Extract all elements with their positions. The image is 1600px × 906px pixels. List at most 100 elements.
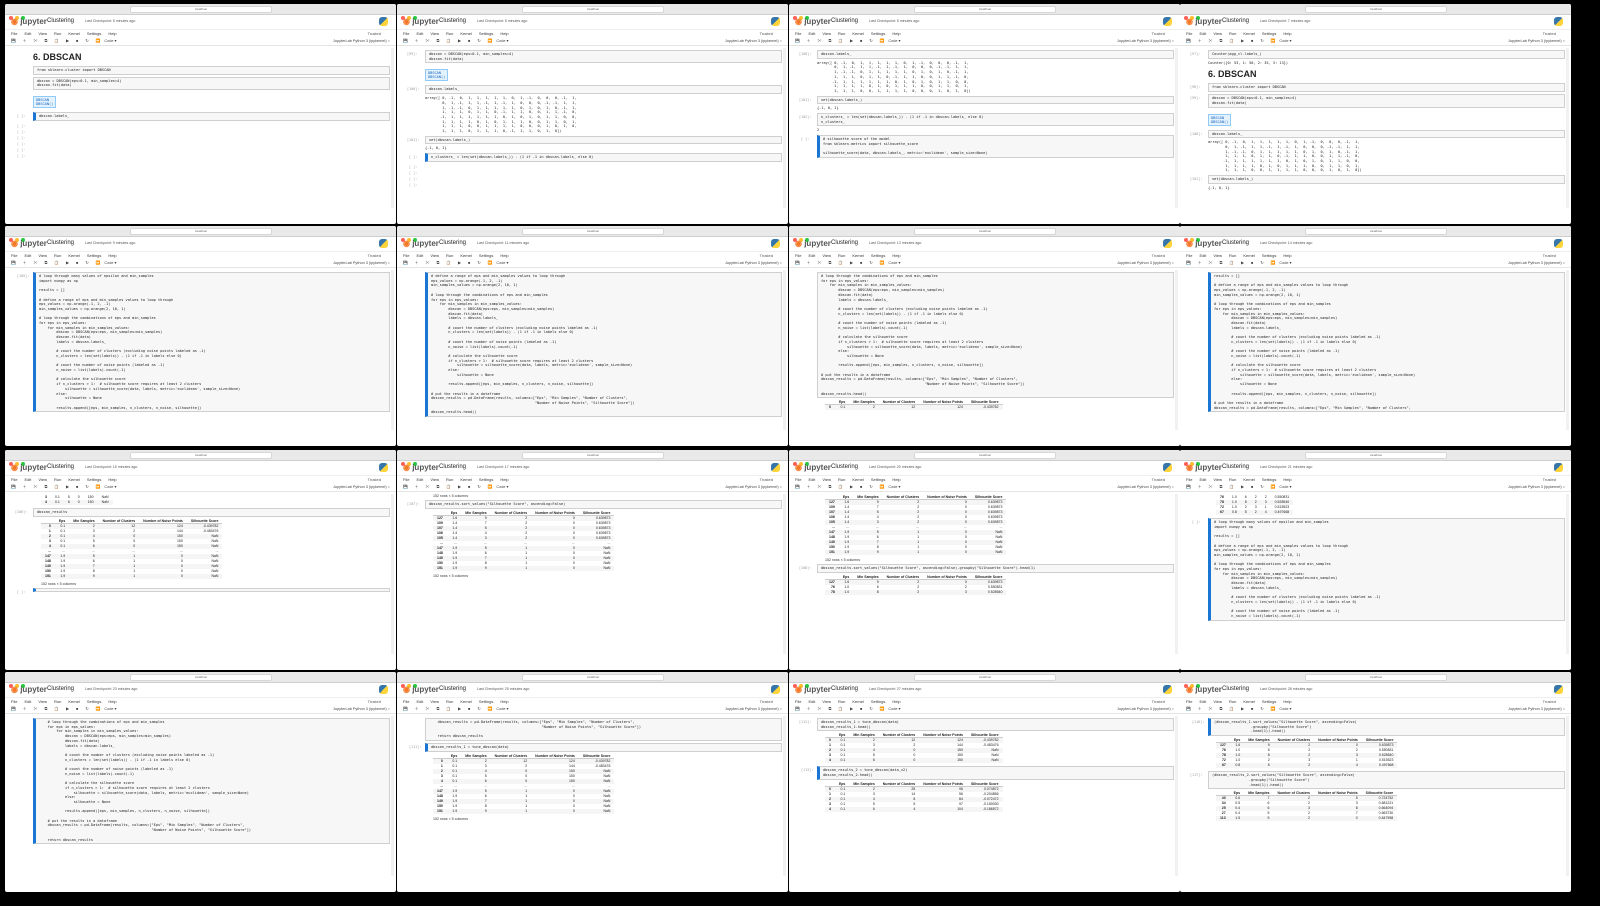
menu-view[interactable]: View [822,477,831,482]
menu-help[interactable]: Help [892,477,900,482]
cell-source[interactable]: # loop through many values of epsilon an… [1214,520,1561,619]
menu-file[interactable]: File [403,253,409,258]
code-cell[interactable]: [111]: dbscan_results_1 = tune_dbscan(dat… [409,742,782,752]
menu-kernel[interactable]: Kernel [68,253,80,258]
trusted-indicator[interactable]: Trusted [760,30,773,37]
jupyter-logo[interactable]: ◉ jupyter [11,463,47,472]
menu-view[interactable]: View [822,31,831,36]
menu-file[interactable]: File [403,477,409,482]
address-bar[interactable]: localhost [130,452,272,459]
notebook-title[interactable]: Clustering [1222,464,1249,470]
code-cell[interactable]: # loop through the combinations of eps a… [33,718,390,845]
kernel-status[interactable]: JupyterLab Python 3 (ipykernel) ○ [725,37,782,45]
menu-kernel[interactable]: Kernel [1243,31,1255,36]
menu-edit[interactable]: Edit [24,31,31,36]
menu-view[interactable]: View [430,699,439,704]
menu-view[interactable]: View [38,253,47,258]
menu-help[interactable]: Help [500,31,508,36]
menu-file[interactable]: File [795,699,801,704]
address-bar[interactable]: localhost [130,674,272,681]
cell-type-select[interactable]: Code ▾ [495,261,508,265]
cell-type-select[interactable]: Code ▾ [495,485,508,489]
trusted-indicator[interactable]: Trusted [760,698,773,705]
menu-settings[interactable]: Settings [871,477,885,482]
menu-file[interactable]: File [795,253,801,258]
notebook-title[interactable]: Clustering [439,686,466,692]
cell-source[interactable]: set(dbscan.labels_) [821,98,1170,103]
menu-kernel[interactable]: Kernel [852,253,864,258]
notebook-title[interactable]: Clustering [47,464,74,470]
trusted-indicator[interactable]: Trusted [1152,698,1165,705]
trusted-indicator[interactable]: Trusted [1543,698,1556,705]
notebook-title[interactable]: Clustering [439,464,466,470]
menu-help[interactable]: Help [892,699,900,704]
menu-view[interactable]: View [38,31,47,36]
menu-file[interactable]: File [1186,477,1192,482]
toolbar-icons[interactable]: 💾 ＋ ✂ ⧉ 📋 ▶ ■ ↻ ⏩ [1186,707,1278,711]
address-bar[interactable]: localhost [130,228,272,235]
vertical-scrollbar[interactable] [1566,270,1569,430]
menu-file[interactable]: File [11,699,17,704]
menu-settings[interactable]: Settings [87,699,101,704]
kernel-status[interactable]: JupyterLab Python 3 (ipykernel) ○ [725,705,782,713]
toolbar-icons[interactable]: 💾 ＋ ✂ ⧉ 📋 ▶ ■ ↻ ⏩ [1186,261,1278,265]
menu-file[interactable]: File [403,31,409,36]
menu-kernel[interactable]: Kernel [68,477,80,482]
trusted-indicator[interactable]: Trusted [368,698,381,705]
menu-run[interactable]: Run [1229,699,1236,704]
kernel-status[interactable]: JupyterLab Python 3 (ipykernel) ○ [725,259,782,267]
menu-run[interactable]: Run [54,253,61,258]
address-bar[interactable]: localhost [914,6,1056,13]
vertical-scrollbar[interactable] [1175,48,1178,208]
vertical-scrollbar[interactable] [783,716,786,876]
address-bar[interactable]: localhost [1305,6,1447,13]
menu-help[interactable]: Help [1283,31,1291,36]
cell-source[interactable]: dbscan_results_1 = tune_dbscan(data) [431,745,778,750]
menu-edit[interactable]: Edit [808,253,815,258]
menu-settings[interactable]: Settings [1262,699,1276,704]
menu-kernel[interactable]: Kernel [68,31,80,36]
cell-type-select[interactable]: Code ▾ [1278,39,1291,43]
vertical-scrollbar[interactable] [783,270,786,430]
toolbar-icons[interactable]: 💾 ＋ ✂ ⧉ 📋 ▶ ■ ↻ ⏩ [795,39,887,43]
code-cell[interactable]: [ ]: n_clusters_ = len(set(dbscan.labels_… [409,153,782,162]
code-cell[interactable]: [108]: dbscan_results.sort_values("Silhou… [799,564,1174,573]
menu-run[interactable]: Run [1229,253,1236,258]
menu-kernel[interactable]: Kernel [460,31,472,36]
cell-source[interactable]: dbscan_results = pd.DataFrame(results, c… [429,720,778,739]
code-cell[interactable]: [107]: dbscan_results.sort_values("Silhou… [407,500,782,509]
menu-help[interactable]: Help [1283,477,1291,482]
toolbar-icons[interactable]: 💾 ＋ ✂ ⧉ 📋 ▶ ■ ↻ ⏩ [403,261,495,265]
kernel-status[interactable]: JupyterLab Python 3 (ipykernel) ○ [1117,259,1174,267]
cell-type-select[interactable]: Code ▾ [887,485,900,489]
cell-source[interactable]: dbscan_results_2 = tune_dbscan(data_v2) … [823,768,1170,777]
jupyter-logo[interactable]: ◉ jupyter [795,239,831,248]
address-bar[interactable]: localhost [914,228,1056,235]
trusted-indicator[interactable]: Trusted [1543,252,1556,259]
kernel-status[interactable]: JupyterLab Python 3 (ipykernel) ○ [333,37,390,45]
code-cell[interactable]: [99]: dbscan = DBSCAN(eps=0.1, min_sample… [407,50,782,64]
cell-type-select[interactable]: Code ▾ [103,261,116,265]
menu-settings[interactable]: Settings [1262,31,1276,36]
menu-edit[interactable]: Edit [416,31,423,36]
menu-edit[interactable]: Edit [1199,253,1206,258]
code-cell[interactable]: [101]: set(dbscan.labels_) [407,135,782,145]
code-cell[interactable]: [117]: (dbscan_results_2.sort_values("Sil… [1190,771,1565,790]
cell-source[interactable]: n_clusters_ = len(set(dbscan.labels_)) -… [431,155,778,160]
address-bar[interactable]: localhost [522,452,664,459]
cell-source[interactable]: # loop through the combinations of eps a… [39,720,386,842]
code-cell[interactable]: # loop through the combinations of eps a… [817,272,1174,399]
menu-edit[interactable]: Edit [808,31,815,36]
menu-kernel[interactable]: Kernel [460,253,472,258]
kernel-status[interactable]: JupyterLab Python 3 (ipykernel) ○ [1117,483,1174,491]
trusted-indicator[interactable]: Trusted [1543,476,1556,483]
trusted-indicator[interactable]: Trusted [368,30,381,37]
trusted-indicator[interactable]: Trusted [1543,30,1556,37]
toolbar-icons[interactable]: 💾 ＋ ✂ ⧉ 📋 ▶ ■ ↻ ⏩ [403,707,495,711]
vertical-scrollbar[interactable] [391,270,394,430]
vertical-scrollbar[interactable] [1566,716,1569,876]
code-cell[interactable]: from sklearn.cluster import DBSCAN [33,66,390,75]
menu-help[interactable]: Help [500,253,508,258]
notebook-title[interactable]: Clustering [439,18,466,24]
menu-help[interactable]: Help [500,699,508,704]
